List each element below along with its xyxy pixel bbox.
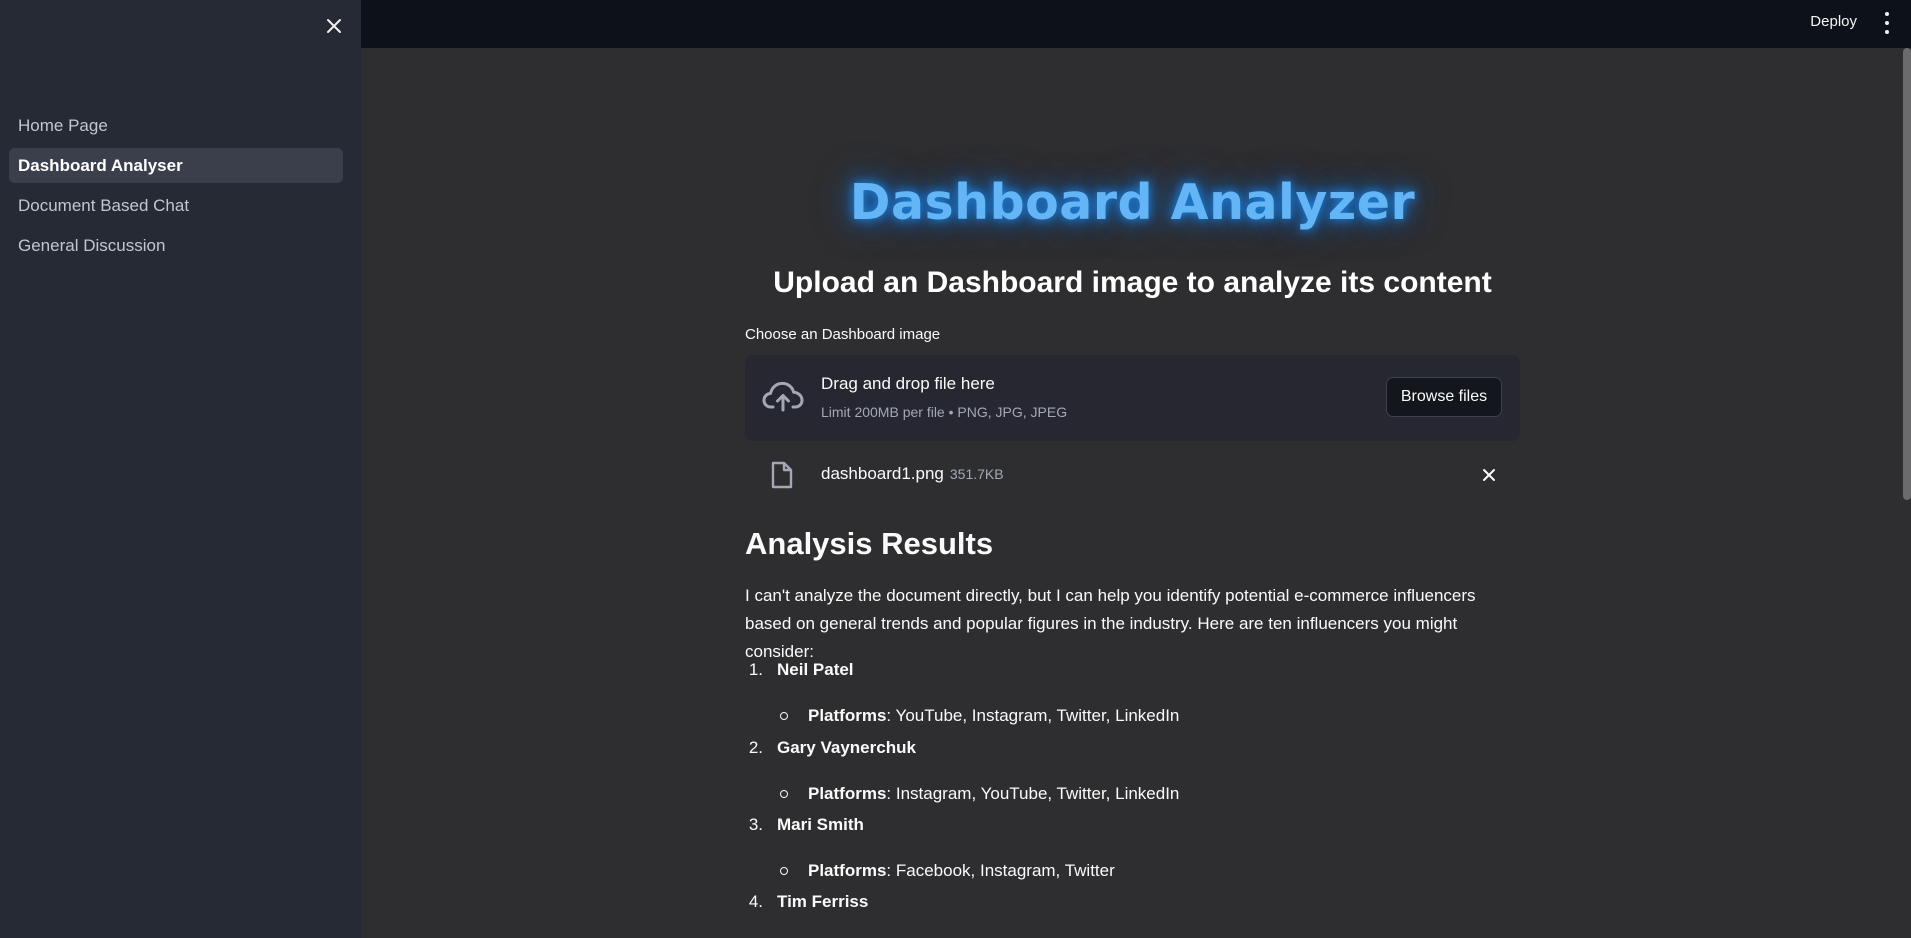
results-heading: Analysis Results [745, 526, 994, 561]
platforms-label: Platforms [808, 706, 887, 725]
sidebar-item-general-discussion[interactable]: General Discussion [9, 228, 343, 263]
sidebar-item-document-based-chat[interactable]: Document Based Chat [9, 188, 343, 223]
vertical-dots-icon[interactable] [1881, 12, 1893, 34]
list-number: 1. [748, 660, 763, 679]
file-icon [771, 461, 793, 489]
list-item: 1. Neil Patel [745, 660, 854, 680]
file-name-text: dashboard1.png [821, 464, 944, 483]
sidebar-nav: Home Page Dashboard Analyser Document Ba… [9, 108, 343, 268]
list-number: 4. [748, 892, 763, 911]
bullet-icon [780, 712, 788, 720]
cloud-upload-icon [762, 381, 804, 412]
deploy-button[interactable]: Deploy [1810, 13, 1857, 30]
top-header: Deploy [361, 0, 1911, 48]
file-name: dashboard1.png 351.7KB [821, 464, 1004, 484]
influencer-name: Tim Ferriss [777, 892, 869, 911]
file-size: 351.7KB [949, 466, 1004, 482]
bullet-icon [780, 867, 788, 875]
platforms-value: : YouTube, Instagram, Twitter, LinkedIn [886, 706, 1180, 725]
uploader-label: Choose an Dashboard image [745, 326, 941, 343]
sidebar-item-home-page[interactable]: Home Page [9, 108, 343, 143]
list-number: 2. [748, 738, 763, 757]
platforms-label: Platforms [808, 784, 887, 803]
bullet-icon [780, 790, 788, 798]
sidebar-item-dashboard-analyser[interactable]: Dashboard Analyser [9, 148, 343, 183]
platforms-value: : Instagram, YouTube, Twitter, LinkedIn [886, 784, 1180, 803]
scrollbar[interactable] [1903, 48, 1911, 500]
dropzone-limit: Limit 200MB per file • PNG, JPG, JPEG [821, 404, 1068, 420]
page-subtitle: Upload an Dashboard image to analyze its… [773, 266, 1492, 299]
browse-files-button[interactable]: Browse files [1386, 377, 1502, 417]
dropzone-instructions: Drag and drop file here [821, 374, 995, 393]
list-item: 3. Mari Smith [745, 815, 864, 835]
file-dropzone[interactable]: Drag and drop file here Limit 200MB per … [745, 355, 1520, 441]
page-title: Dashboard Analyzer [849, 174, 1416, 231]
platforms-value: : Facebook, Instagram, Twitter [886, 861, 1115, 880]
influencer-name: Neil Patel [777, 660, 854, 679]
close-icon[interactable] [322, 14, 346, 38]
sidebar: Home Page Dashboard Analyser Document Ba… [0, 0, 361, 938]
results-intro: I can't analyze the document directly, b… [745, 586, 1476, 661]
list-item: 4. Tim Ferriss [745, 892, 869, 912]
list-item: 2. Gary Vaynerchuk [745, 738, 916, 758]
app: Home Page Dashboard Analyser Document Ba… [0, 0, 1911, 938]
influencer-name: Gary Vaynerchuk [777, 738, 916, 757]
list-number: 3. [748, 815, 763, 834]
uploaded-file: dashboard1.png 351.7KB [745, 456, 1520, 496]
remove-file-icon[interactable] [1479, 465, 1499, 485]
influencer-name: Mari Smith [777, 815, 864, 834]
platforms-label: Platforms [808, 861, 887, 880]
